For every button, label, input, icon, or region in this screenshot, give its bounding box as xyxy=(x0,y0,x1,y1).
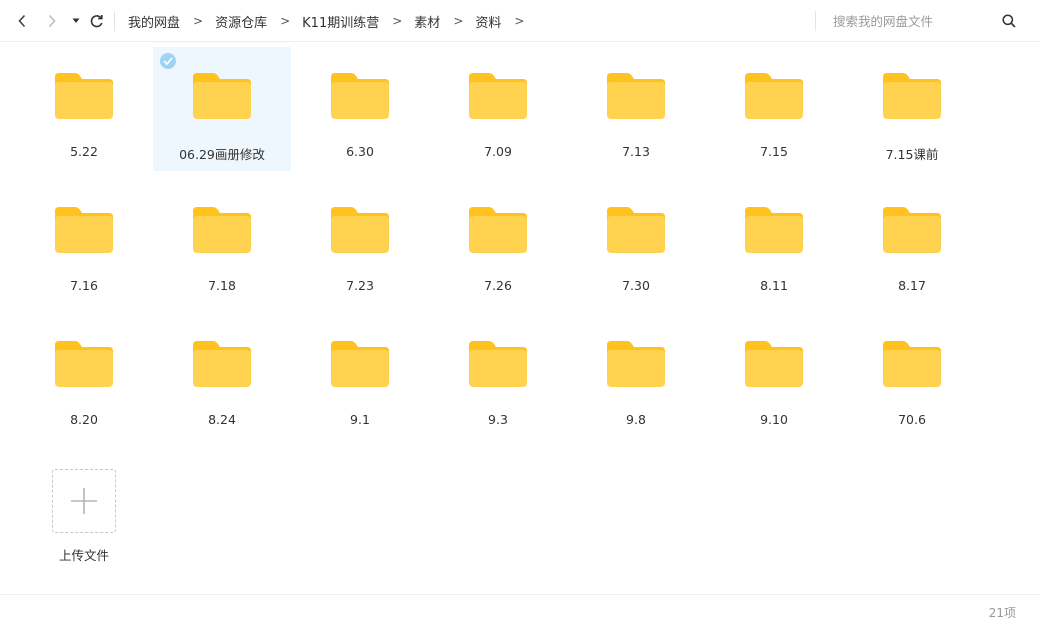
folder-item[interactable]: 7.30 xyxy=(567,181,705,305)
checkmark-icon[interactable] xyxy=(160,53,176,69)
folder-item[interactable]: 9.1 xyxy=(291,315,429,439)
folder-icon xyxy=(193,73,251,119)
folder-item[interactable]: 7.18 xyxy=(153,181,291,305)
upload-button[interactable] xyxy=(52,469,116,533)
search-input[interactable] xyxy=(825,9,995,33)
breadcrumb-separator: > xyxy=(193,14,204,28)
folder-name: 8.24 xyxy=(208,412,236,427)
folder-item[interactable]: 70.6 xyxy=(843,315,981,439)
folder-icon xyxy=(331,207,389,253)
plus-icon xyxy=(71,488,97,514)
toolbar: 我的网盘 > 资源仓库 > K11期训练营 > 素材 > 资料 > xyxy=(0,0,1040,42)
forward-button[interactable] xyxy=(40,8,64,34)
folder-icon xyxy=(331,341,389,387)
folder-icon xyxy=(883,207,941,253)
folder-name: 7.15 xyxy=(760,144,788,159)
search-divider xyxy=(815,11,816,31)
breadcrumb-item-k11-camp[interactable]: K11期训练营 xyxy=(302,12,379,31)
breadcrumb-item-my-drive[interactable]: 我的网盘 xyxy=(128,12,180,31)
folder-item[interactable]: 8.20 xyxy=(15,315,153,439)
breadcrumb-separator: > xyxy=(280,14,291,28)
folder-icon xyxy=(469,207,527,253)
folder-item[interactable]: 7.23 xyxy=(291,181,429,305)
item-count: 21项 xyxy=(988,606,1016,620)
folder-name: 7.26 xyxy=(484,278,512,293)
folder-item[interactable]: 9.3 xyxy=(429,315,567,439)
upload-label: 上传文件 xyxy=(58,548,109,563)
folder-icon xyxy=(193,207,251,253)
refresh-icon xyxy=(90,14,103,27)
refresh-button[interactable] xyxy=(84,8,108,34)
folder-item[interactable]: 6.30 xyxy=(291,47,429,171)
folder-icon xyxy=(469,73,527,119)
folder-icon xyxy=(745,341,803,387)
folder-item[interactable]: 9.10 xyxy=(705,315,843,439)
breadcrumb: 我的网盘 > 资源仓库 > K11期训练营 > 素材 > 资料 > xyxy=(128,0,536,42)
folder-name: 7.23 xyxy=(346,278,374,293)
breadcrumb-item-resource-repo[interactable]: 资源仓库 xyxy=(215,12,267,31)
folder-name: 7.15课前 xyxy=(885,147,939,162)
folder-icon xyxy=(883,73,941,119)
folder-name: 5.22 xyxy=(70,144,98,159)
back-button[interactable] xyxy=(10,8,34,34)
folder-name: 8.11 xyxy=(760,278,788,293)
folder-name: 7.09 xyxy=(484,144,512,159)
folder-icon xyxy=(607,73,665,119)
folder-name: 9.3 xyxy=(488,412,508,427)
folder-item[interactable]: 8.11 xyxy=(705,181,843,305)
breadcrumb-dropdown-arrow[interactable]: > xyxy=(514,14,524,28)
folder-item[interactable]: 5.22 xyxy=(15,47,153,171)
folder-item[interactable]: 7.09 xyxy=(429,47,567,171)
folder-item[interactable]: 7.16 xyxy=(15,181,153,305)
folder-item[interactable]: 9.8 xyxy=(567,315,705,439)
folder-icon xyxy=(745,207,803,253)
folder-icon xyxy=(193,341,251,387)
breadcrumb-separator: > xyxy=(453,14,464,28)
folder-name: 9.10 xyxy=(760,412,788,427)
folder-name: 7.13 xyxy=(622,144,650,159)
folder-icon xyxy=(607,207,665,253)
folder-icon xyxy=(745,73,803,119)
folder-item[interactable]: 7.15 xyxy=(705,47,843,171)
folder-name: 7.30 xyxy=(622,278,650,293)
chevron-left-icon xyxy=(18,14,26,28)
search-button[interactable] xyxy=(998,10,1020,32)
folder-item[interactable]: 06.29画册修改 xyxy=(153,47,291,171)
search-icon xyxy=(1002,14,1016,28)
folder-name: 6.30 xyxy=(346,144,374,159)
folder-icon xyxy=(331,73,389,119)
folder-name: 9.1 xyxy=(350,412,370,427)
folder-name: 9.8 xyxy=(626,412,646,427)
status-bar: 21项 xyxy=(0,594,1040,629)
folder-name: 8.17 xyxy=(898,278,926,293)
folder-icon xyxy=(469,341,527,387)
folder-item[interactable]: 8.24 xyxy=(153,315,291,439)
folder-name: 70.6 xyxy=(898,412,926,427)
folder-icon xyxy=(883,341,941,387)
toolbar-divider xyxy=(114,11,115,31)
breadcrumb-item-docs[interactable]: 资料 xyxy=(475,12,501,31)
folder-icon xyxy=(55,207,113,253)
breadcrumb-separator: > xyxy=(392,14,403,28)
folder-item[interactable]: 7.15课前 xyxy=(843,47,981,171)
chevron-right-icon xyxy=(48,14,56,28)
folder-name: 06.29画册修改 xyxy=(179,147,265,162)
folder-name: 7.18 xyxy=(208,278,236,293)
folder-item[interactable]: 7.26 xyxy=(429,181,567,305)
caret-down-icon xyxy=(72,18,80,23)
folder-icon xyxy=(55,73,113,119)
folder-icon xyxy=(607,341,665,387)
folder-item[interactable]: 8.17 xyxy=(843,181,981,305)
folder-icon xyxy=(55,341,113,387)
breadcrumb-item-materials[interactable]: 素材 xyxy=(414,12,440,31)
folder-name: 8.20 xyxy=(70,412,98,427)
folder-name: 7.16 xyxy=(70,278,98,293)
folder-item[interactable]: 7.13 xyxy=(567,47,705,171)
